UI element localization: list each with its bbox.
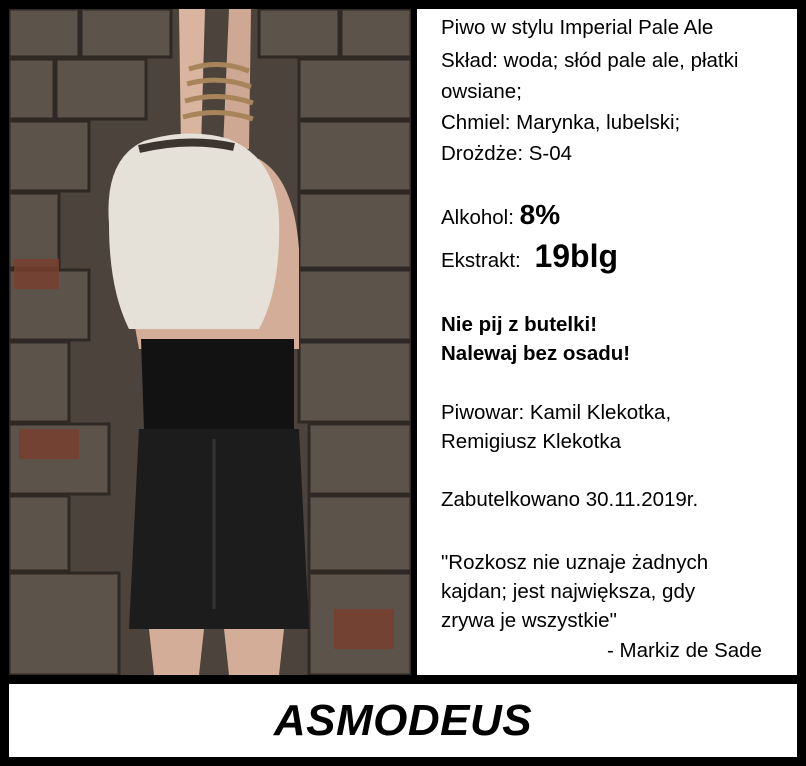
warning-line-1: Nie pij z butelki!	[441, 313, 598, 336]
alcohol-row: Alkohol: 8%	[441, 201, 560, 232]
yeast: Drożdże: S-04	[441, 142, 573, 165]
brewer-line-2: Remigiusz Klekotka	[441, 430, 622, 453]
quote-line-2: kajdan; jest największa, gdy	[441, 580, 696, 603]
brick-wall-photo	[9, 9, 411, 675]
extract-label: Ekstrakt:	[441, 249, 521, 272]
alcohol-label: Alkohol:	[441, 206, 514, 229]
alcohol-value: 8%	[519, 199, 561, 230]
quote-author: - Markiz de Sade	[607, 639, 762, 662]
label-text-panel: Piwo w stylu Imperial Pale Ale Skład: wo…	[417, 9, 797, 675]
bottling-date: Zabutelkowano 30.11.2019r.	[441, 488, 699, 511]
composition-line-1: Skład: woda; słód pale ale, płatki	[441, 49, 739, 72]
quote-line-3: zrywa je wszystkie"	[441, 609, 617, 632]
extract-row: Ekstrakt: 19blg	[441, 240, 618, 275]
extract-value: 19blg	[534, 238, 619, 274]
composition-line-2: owsiane;	[441, 80, 522, 103]
hops: Chmiel: Marynka, lubelski;	[441, 111, 681, 134]
warning-line-2: Nalewaj bez osadu!	[441, 342, 631, 365]
beer-name: ASMODEUS	[273, 695, 533, 745]
beer-style: Piwo w stylu Imperial Pale Ale	[441, 16, 714, 39]
beer-name-bar: ASMODEUS	[9, 684, 797, 757]
label-photo	[9, 9, 411, 675]
brewer-line-1: Piwowar: Kamil Klekotka,	[441, 401, 672, 424]
beer-label: Piwo w stylu Imperial Pale Ale Skład: wo…	[0, 0, 806, 766]
quote-line-1: "Rozkosz nie uznaje żadnych	[441, 551, 709, 574]
